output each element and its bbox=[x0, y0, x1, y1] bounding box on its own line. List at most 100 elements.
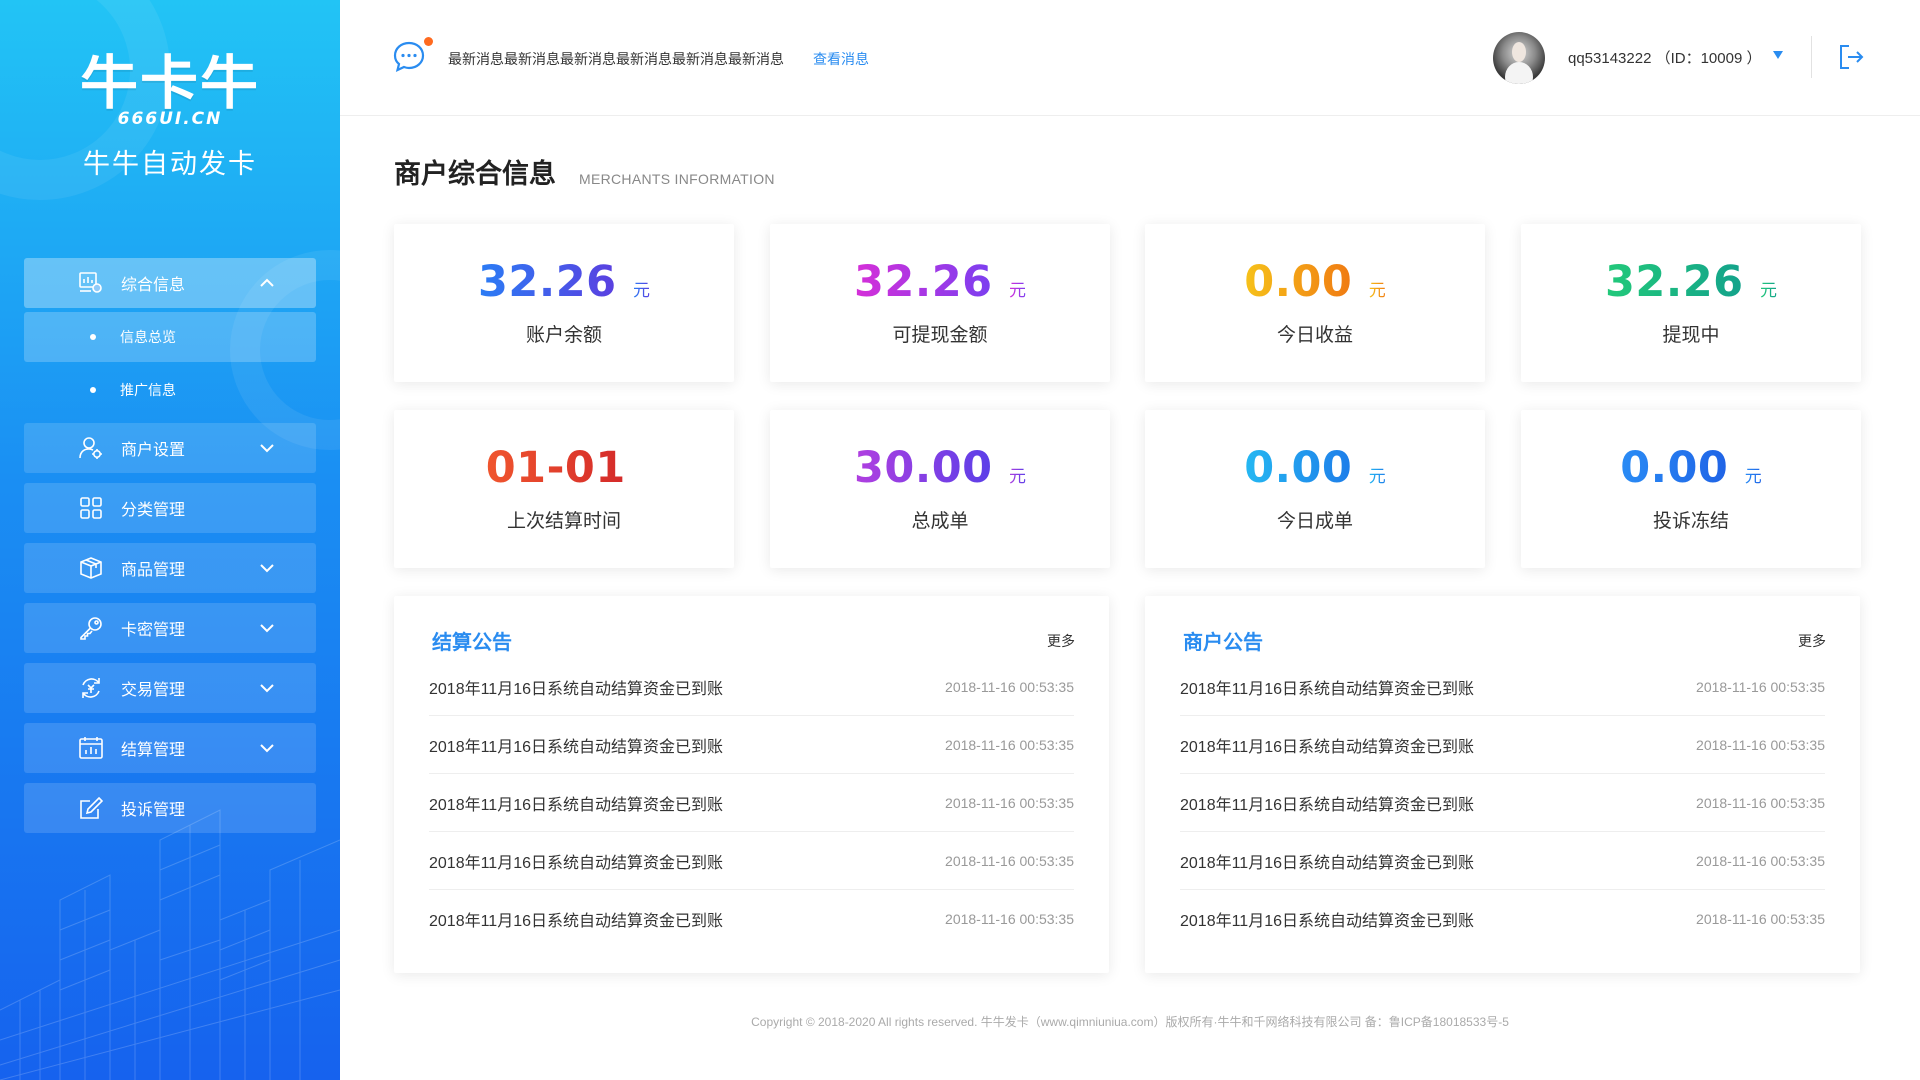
notice-text: 2018年11月16日系统自动结算资金已到账 bbox=[1180, 796, 1475, 814]
sidebar-subitem-info-summary[interactable]: 信息总览 bbox=[24, 312, 316, 362]
stat-label: 今日收益 bbox=[1276, 325, 1353, 346]
list-item[interactable]: 2018年11月16日系统自动结算资金已到账 2018-11-16 00:53:… bbox=[429, 890, 1074, 948]
notice-time: 2018-11-16 00:53:35 bbox=[1696, 736, 1825, 753]
grid-icon bbox=[79, 496, 103, 520]
stat-label: 今日成单 bbox=[1276, 511, 1353, 532]
message-icon[interactable] bbox=[392, 40, 426, 74]
sidebar-item-label: 投诉管理 bbox=[121, 802, 186, 819]
page-subtitle: MERCHANTS INFORMATION bbox=[579, 171, 775, 187]
notice-text: 2018年11月16日系统自动结算资金已到账 bbox=[429, 680, 724, 698]
dashboard-icon bbox=[79, 271, 103, 295]
top-header: 最新消息最新消息最新消息最新消息最新消息最新消息 查看消息 qq53143222… bbox=[340, 0, 1920, 116]
key-icon bbox=[79, 616, 103, 640]
stat-unit: 元 bbox=[1369, 462, 1386, 487]
stat-label: 上次结算时间 bbox=[506, 511, 621, 532]
logo-mark: 牛卡牛 bbox=[79, 49, 260, 117]
user-account-label[interactable]: qq53143222 （ID：10009 ） bbox=[1568, 47, 1761, 68]
notice-time: 2018-11-16 00:53:35 bbox=[945, 736, 1074, 753]
list-item[interactable]: 2018年11月16日系统自动结算资金已到账 2018-11-16 00:53:… bbox=[1180, 716, 1825, 774]
sidebar-item-label: 商品管理 bbox=[121, 562, 186, 579]
chevron-down-icon bbox=[260, 684, 274, 693]
merchant-notice-title: 商户公告 bbox=[1183, 632, 1263, 654]
stat-card-complaint-frozen: 0.00 元 投诉冻结 bbox=[1521, 410, 1861, 568]
stat-label: 可提现金额 bbox=[892, 325, 988, 346]
avatar-body bbox=[1505, 62, 1533, 84]
sidebar: 牛卡牛 666UI.CN 牛牛自动发卡 综合信息 信息总览 推广信息 商户设置 … bbox=[0, 0, 340, 1080]
notice-time: 2018-11-16 00:53:35 bbox=[1696, 911, 1825, 927]
calendar-chart-icon bbox=[79, 736, 103, 760]
chevron-down-icon bbox=[260, 744, 274, 753]
notice-time: 2018-11-16 00:53:35 bbox=[945, 678, 1074, 695]
merchant-more-link[interactable]: 更多 bbox=[1798, 631, 1826, 651]
stat-label: 总成单 bbox=[911, 511, 969, 532]
list-item[interactable]: 2018年11月16日系统自动结算资金已到账 2018-11-16 00:53:… bbox=[1180, 890, 1825, 948]
list-item[interactable]: 2018年11月16日系统自动结算资金已到账 2018-11-16 00:53:… bbox=[1180, 774, 1825, 832]
exchange-icon bbox=[79, 676, 103, 700]
chevron-up-icon bbox=[260, 278, 274, 287]
notice-text: 2018年11月16日系统自动结算资金已到账 bbox=[429, 913, 724, 930]
sidebar-subitem-label: 信息总览 bbox=[120, 329, 176, 345]
notice-text: 2018年11月16日系统自动结算资金已到账 bbox=[1180, 854, 1475, 872]
stat-unit: 元 bbox=[1369, 276, 1386, 301]
sidebar-item-card-keys[interactable]: 卡密管理 bbox=[24, 603, 316, 653]
sidebar-item-transactions[interactable]: 交易管理 bbox=[24, 663, 316, 713]
sidebar-item-label: 结算管理 bbox=[121, 742, 186, 759]
box-icon bbox=[79, 556, 103, 580]
avatar-face bbox=[1512, 42, 1526, 62]
list-item[interactable]: 2018年11月16日系统自动结算资金已到账 2018-11-16 00:53:… bbox=[429, 658, 1074, 716]
stat-value: 32.26 bbox=[478, 257, 617, 307]
app-root: 牛卡牛 666UI.CN 牛牛自动发卡 综合信息 信息总览 推广信息 商户设置 … bbox=[0, 0, 1920, 1080]
settlement-notice-panel: 结算公告 更多 2018年11月16日系统自动结算资金已到账 2018-11-1… bbox=[394, 596, 1109, 973]
stat-unit: 元 bbox=[633, 276, 650, 301]
settlement-notice-list: 2018年11月16日系统自动结算资金已到账 2018-11-16 00:53:… bbox=[429, 658, 1074, 948]
stat-unit: 元 bbox=[1760, 276, 1777, 301]
notification-dot bbox=[424, 37, 433, 46]
sidebar-item-settlement[interactable]: 结算管理 bbox=[24, 723, 316, 773]
view-messages-link[interactable]: 查看消息 bbox=[813, 49, 869, 69]
sidebar-item-products[interactable]: 商品管理 bbox=[24, 543, 316, 593]
notice-time: 2018-11-16 00:53:35 bbox=[945, 794, 1074, 811]
sidebar-submenu-overview: 信息总览 推广信息 bbox=[24, 312, 316, 415]
list-item[interactable]: 2018年11月16日系统自动结算资金已到账 2018-11-16 00:53:… bbox=[429, 832, 1074, 890]
user-gear-icon bbox=[79, 436, 103, 460]
notice-time: 2018-11-16 00:53:35 bbox=[1696, 678, 1825, 695]
stat-card-withdrawing: 32.26 元 提现中 bbox=[1521, 224, 1861, 382]
stat-value: 32.26 bbox=[854, 257, 993, 307]
sidebar-item-label: 综合信息 bbox=[121, 277, 186, 294]
list-item[interactable]: 2018年11月16日系统自动结算资金已到账 2018-11-16 00:53:… bbox=[429, 774, 1074, 832]
stat-label: 提现中 bbox=[1662, 325, 1720, 346]
stat-card-last-settlement: 01-01 上次结算时间 bbox=[394, 410, 734, 568]
settlement-notice-title: 结算公告 bbox=[432, 632, 512, 654]
sidebar-item-complaints[interactable]: 投诉管理 bbox=[24, 783, 316, 833]
chevron-down-icon bbox=[260, 564, 274, 573]
sidebar-item-label: 交易管理 bbox=[121, 682, 186, 699]
sidebar-item-label: 分类管理 bbox=[121, 502, 186, 519]
stat-card-today-income: 0.00 元 今日收益 bbox=[1145, 224, 1485, 382]
brand-name: 牛牛自动发卡 bbox=[83, 149, 257, 179]
stat-label: 投诉冻结 bbox=[1652, 511, 1729, 532]
sidebar-item-merchant-settings[interactable]: 商户设置 bbox=[24, 423, 316, 473]
notice-time: 2018-11-16 00:53:35 bbox=[1696, 794, 1825, 811]
list-item[interactable]: 2018年11月16日系统自动结算资金已到账 2018-11-16 00:53:… bbox=[1180, 658, 1825, 716]
list-item[interactable]: 2018年11月16日系统自动结算资金已到账 2018-11-16 00:53:… bbox=[1180, 832, 1825, 890]
sidebar-item-category[interactable]: 分类管理 bbox=[24, 483, 316, 533]
header-divider bbox=[1811, 36, 1812, 78]
notice-text: 2018年11月16日系统自动结算资金已到账 bbox=[429, 796, 724, 814]
footer-copyright: Copyright © 2018-2020 All rights reserve… bbox=[751, 1015, 1509, 1029]
logout-icon[interactable] bbox=[1837, 43, 1865, 71]
notice-text: 2018年11月16日系统自动结算资金已到账 bbox=[1180, 913, 1475, 930]
chevron-down-icon[interactable] bbox=[1772, 50, 1784, 60]
settlement-more-link[interactable]: 更多 bbox=[1047, 631, 1075, 651]
stat-unit: 元 bbox=[1009, 276, 1026, 301]
notice-text: 2018年11月16日系统自动结算资金已到账 bbox=[429, 854, 724, 872]
avatar[interactable] bbox=[1493, 32, 1545, 84]
stat-card-account-balance: 32.26 元 账户余额 bbox=[394, 224, 734, 382]
sidebar-item-overview[interactable]: 综合信息 bbox=[24, 258, 316, 308]
sidebar-subitem-promotion[interactable]: 推广信息 bbox=[24, 365, 316, 415]
list-item[interactable]: 2018年11月16日系统自动结算资金已到账 2018-11-16 00:53:… bbox=[429, 716, 1074, 774]
notice-time: 2018-11-16 00:53:35 bbox=[1696, 852, 1825, 869]
brand-logo[interactable]: 牛卡牛 666UI.CN 牛牛自动发卡 bbox=[0, 52, 340, 181]
stat-unit: 元 bbox=[1009, 462, 1026, 487]
stat-value: 30.00 bbox=[854, 443, 993, 493]
sidebar-nav: 综合信息 信息总览 推广信息 商户设置 分类管理 商品管理 卡密管理 交易管理 … bbox=[24, 258, 316, 843]
